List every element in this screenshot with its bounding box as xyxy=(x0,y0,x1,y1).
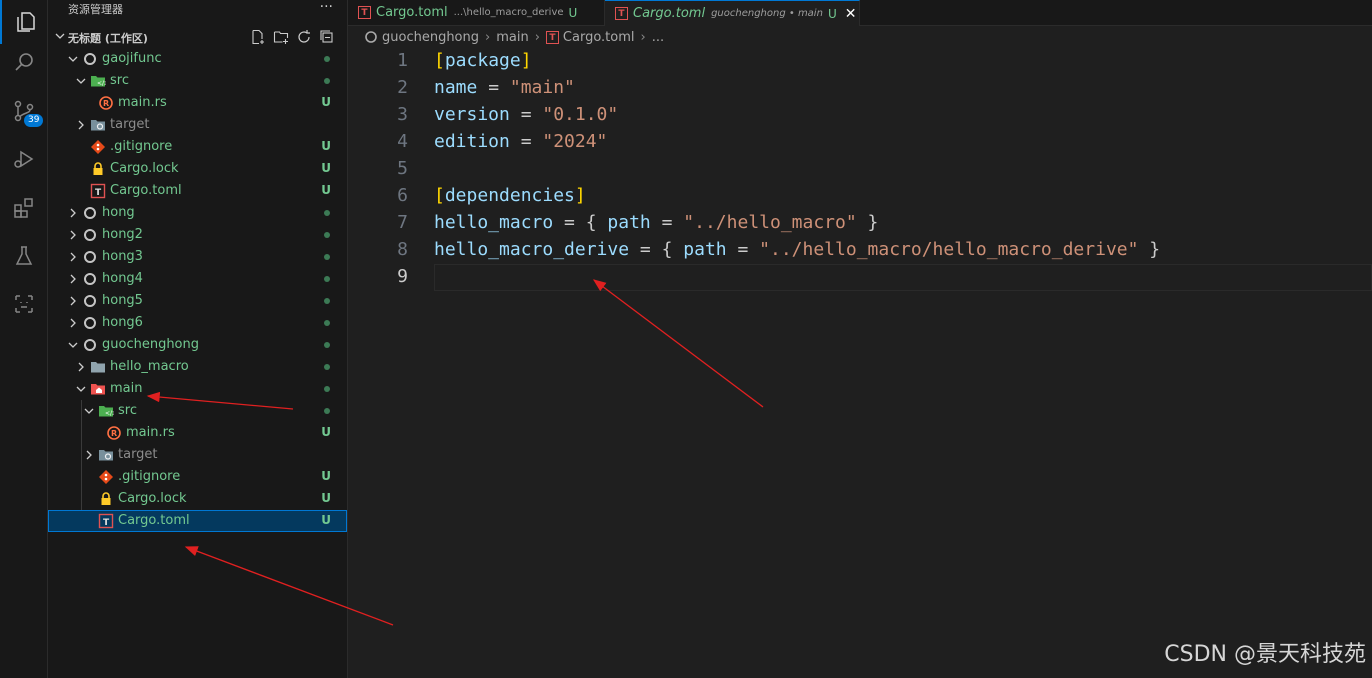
arrow-to-line-9 xyxy=(592,279,764,408)
arrow-to-main-folder xyxy=(146,391,294,410)
arrow-to-cargo-toml xyxy=(184,546,394,626)
watermark: CSDN @景天科技苑 xyxy=(1164,642,1366,667)
annotation-arrows xyxy=(146,279,764,626)
